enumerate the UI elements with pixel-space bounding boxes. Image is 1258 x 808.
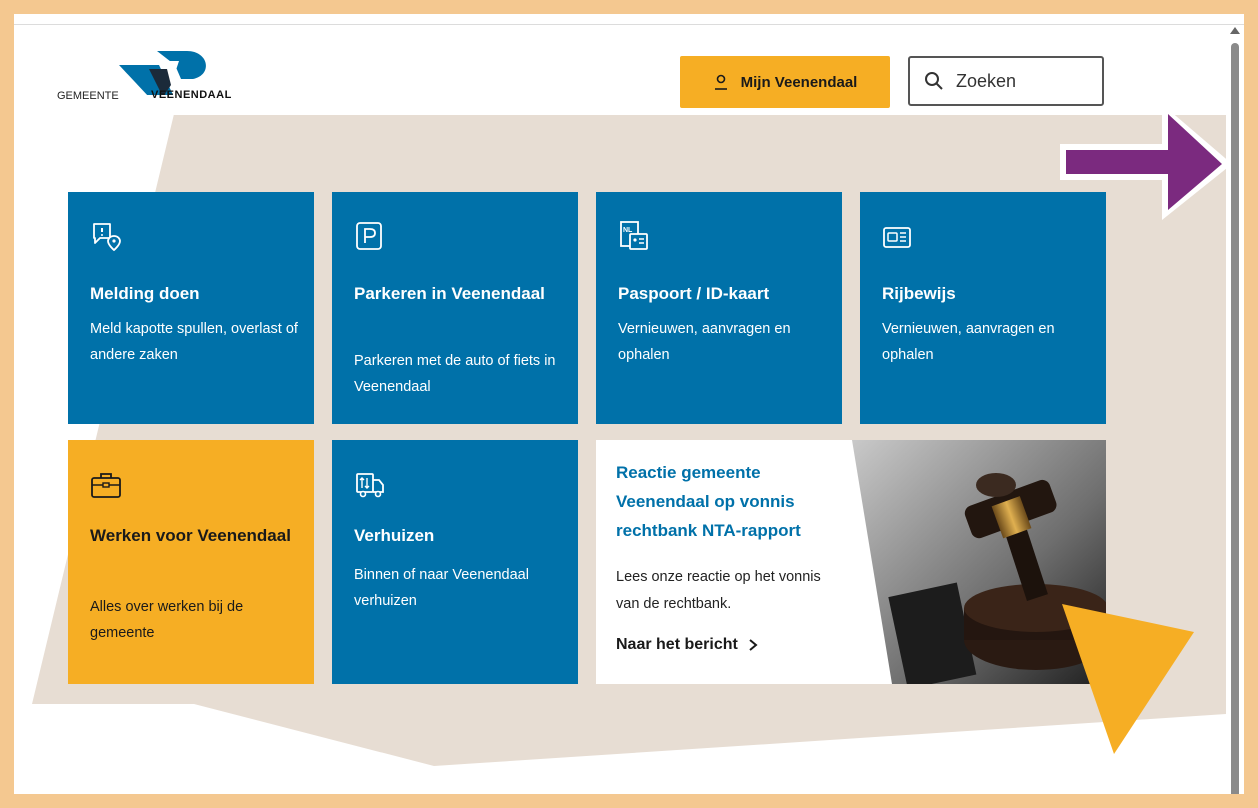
moving-truck-icon xyxy=(356,473,384,498)
tile-description: Vernieuwen, aanvragen en ophalen xyxy=(618,321,791,363)
search-box[interactable] xyxy=(908,56,1104,106)
tile-title: Melding doen xyxy=(90,284,200,303)
mijn-veenendaal-button[interactable]: Mijn Veenendaal xyxy=(680,56,890,108)
logo-prefix: GEMEENTE xyxy=(57,90,119,102)
tile-description: Meld kapotte spullen, overlast of andere… xyxy=(90,321,298,363)
scroll-up-icon[interactable] xyxy=(1230,27,1240,34)
passport-id-icon: NL xyxy=(620,221,648,250)
report-location-icon xyxy=(93,223,121,252)
tile-verhuizen[interactable]: Verhuizen Binnen of naar Veenendaal verh… xyxy=(332,440,578,684)
tile-description: Vernieuwen, aanvragen en ophalen xyxy=(882,321,1055,363)
tile-rijbewijs[interactable]: Rijbewijs Vernieuwen, aanvragen en ophal… xyxy=(860,192,1106,424)
tile-description: Parkeren met de auto of fiets in Veenend… xyxy=(354,353,556,395)
news-card[interactable]: Reactie gemeente Veenendaal op vonnis re… xyxy=(596,440,1106,684)
tile-title: Verhuizen xyxy=(354,526,435,545)
tile-werken[interactable]: Werken voor Veenendaal Alles over werken… xyxy=(68,440,314,684)
news-title[interactable]: Reactie gemeente Veenendaal op vonnis re… xyxy=(616,458,846,545)
search-icon xyxy=(925,72,943,90)
mijn-veenendaal-label: Mijn Veenendaal xyxy=(740,73,858,91)
tile-paspoort[interactable]: NL Paspoort / ID-kaart Vernieuwen, aanvr… xyxy=(596,192,842,424)
logo-name: VEENENDAAL xyxy=(151,89,232,101)
tile-description: Alles over werken bij de gemeente xyxy=(90,599,244,641)
logo-mark-icon xyxy=(119,51,206,95)
decorative-triangle xyxy=(1062,604,1194,754)
driving-license-icon xyxy=(883,227,911,248)
news-link-label: Naar het bericht xyxy=(616,636,738,653)
news-summary: Lees onze reactie op het vonnis van de r… xyxy=(616,569,821,612)
news-read-more-link[interactable]: Naar het bericht xyxy=(616,636,758,654)
chevron-right-icon xyxy=(749,639,758,651)
tile-parkeren[interactable]: Parkeren in Veenendaal Parkeren met de a… xyxy=(332,192,578,424)
briefcase-icon xyxy=(91,473,121,498)
tile-title: Rijbewijs xyxy=(882,284,956,303)
tile-title: Werken voor Veenendaal xyxy=(90,526,291,545)
browser-viewport: GEMEENTE VEENENDAAL Mijn Veenendaal Zoek… xyxy=(14,14,1244,794)
vertical-scrollbar[interactable] xyxy=(1226,25,1244,794)
search-input[interactable] xyxy=(954,69,1098,93)
passport-nl-text: NL xyxy=(623,227,633,234)
site-logo[interactable]: GEMEENTE VEENENDAAL xyxy=(57,45,257,102)
tile-description: Binnen of naar Veenendaal verhuizen xyxy=(354,567,529,609)
user-icon xyxy=(714,74,727,90)
tile-melding-doen[interactable]: Melding doen Meld kapotte spullen, overl… xyxy=(68,192,314,424)
site-header: GEMEENTE VEENENDAAL Mijn Veenendaal xyxy=(14,25,1226,115)
parking-icon xyxy=(356,222,382,250)
tile-title: Parkeren in Veenendaal xyxy=(354,284,545,303)
scrollbar-thumb[interactable] xyxy=(1231,43,1239,794)
tile-title: Paspoort / ID-kaart xyxy=(618,284,770,303)
